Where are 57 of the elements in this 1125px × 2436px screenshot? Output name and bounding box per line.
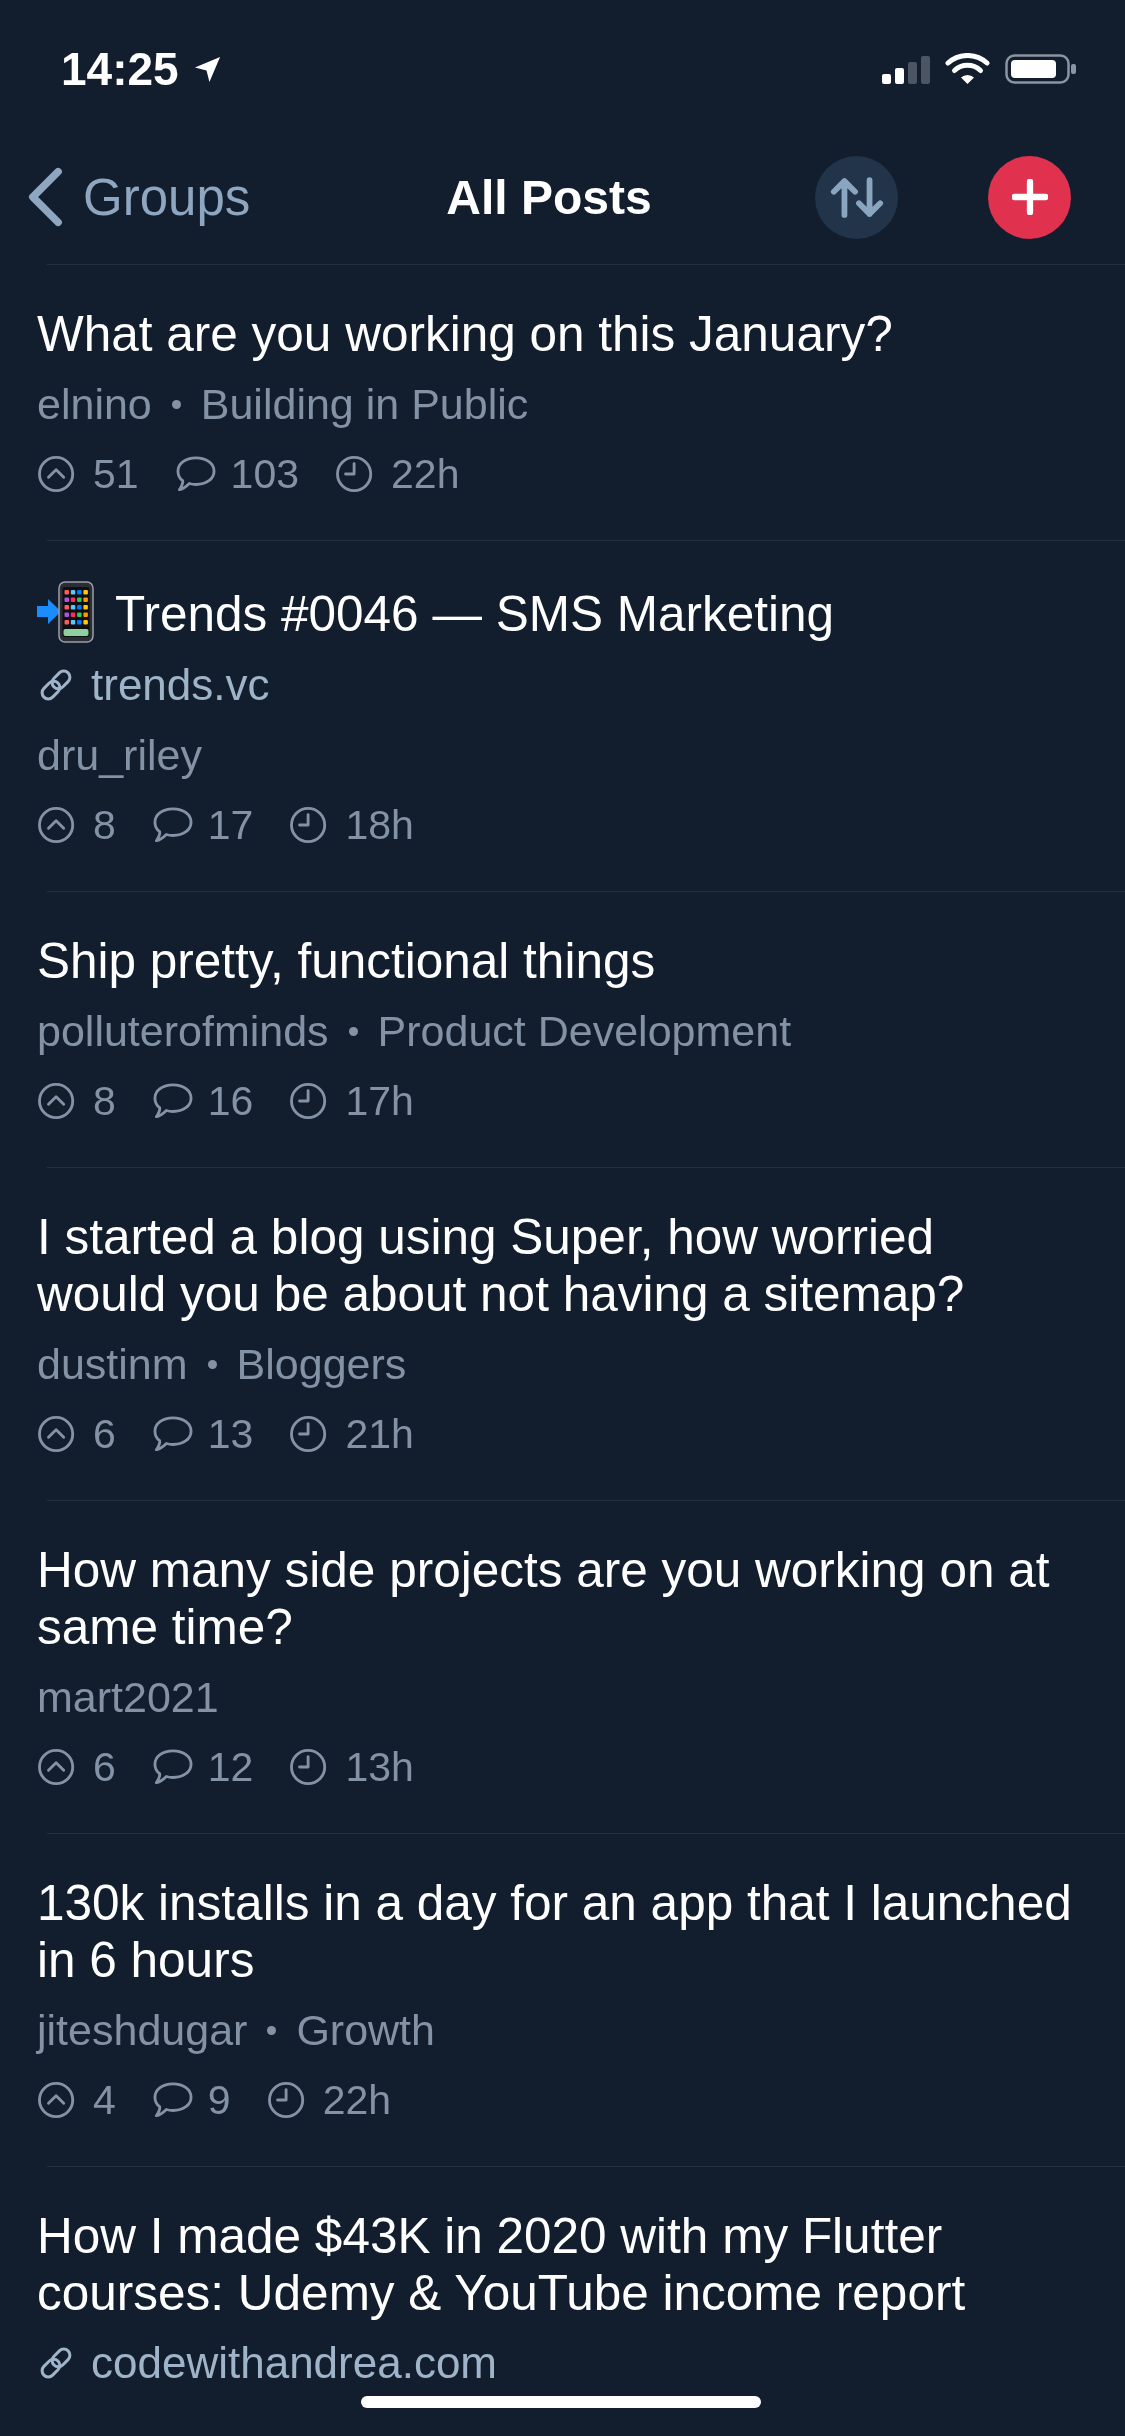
post-age: 22h [322, 2076, 392, 2124]
status-time: 14:25 [61, 42, 179, 96]
post-title[interactable]: Ship pretty, functional things [37, 932, 1074, 989]
bullet-icon [171, 399, 181, 409]
author-name: polluterofminds [37, 1006, 329, 1056]
speech-bubble-icon [151, 806, 194, 844]
upvote-count: 8 [93, 801, 116, 849]
post-link[interactable]: codewithandrea.com [91, 2338, 497, 2388]
post-title[interactable]: 130k installs in a day for an app that I launched in 6 hours [37, 1874, 1074, 1988]
battery-icon [1005, 54, 1077, 84]
comment-count: 16 [207, 1077, 254, 1125]
chevron-left-icon [27, 167, 63, 227]
post-title[interactable]: Trends #0046 — SMS Marketing [115, 586, 834, 641]
back-button[interactable]: Groups [27, 167, 251, 227]
post-title[interactable]: How I made $43K in 2020 with my Flutter courses: Udemy & YouTube income report [37, 2207, 1074, 2321]
plus-icon [1011, 179, 1048, 215]
screen-title: All Posts [446, 169, 652, 225]
speech-bubble-icon [151, 1415, 194, 1453]
bullet-icon [348, 1026, 358, 1036]
comment-count: 17 [207, 801, 254, 849]
post-age: 13h [345, 1743, 414, 1791]
wifi-icon [945, 53, 990, 85]
bullet-icon [207, 1359, 217, 1369]
speech-bubble-icon [151, 2081, 194, 2119]
comment-count: 12 [207, 1743, 254, 1791]
post-title[interactable]: What are you working on this January? [37, 305, 1074, 362]
bullet-icon [267, 2025, 277, 2035]
upvote-count: 51 [93, 450, 139, 498]
comment-count: 9 [207, 2076, 231, 2124]
sort-icon [828, 176, 885, 218]
speech-bubble-icon [151, 1082, 194, 1120]
upvote-count: 4 [93, 2076, 116, 2124]
author-name: mart2021 [37, 1672, 219, 1722]
author-name: dru_riley [37, 730, 202, 780]
speech-bubble-icon [151, 1748, 194, 1786]
post-age: 18h [345, 801, 414, 849]
group-name: Bloggers [236, 1339, 407, 1389]
upvote-count: 6 [93, 1743, 116, 1791]
upvote-count: 8 [93, 1077, 116, 1125]
comment-count: 13 [207, 1410, 254, 1458]
location-arrow-icon [192, 54, 222, 84]
post-age: 22h [391, 450, 460, 498]
upvote-count: 6 [93, 1410, 116, 1458]
signal-icon [882, 54, 930, 84]
group-name: Growth [296, 2005, 435, 2055]
post-age: 21h [345, 1410, 414, 1458]
group-name: Product Development [377, 1006, 792, 1056]
author-name: jiteshdugar [37, 2005, 248, 2055]
post-age: 17h [345, 1077, 414, 1125]
speech-bubble-icon [174, 455, 217, 493]
author-name: elnino [37, 379, 152, 429]
author-name: dustinm [37, 1339, 188, 1389]
post-title[interactable]: How many side projects are you working on at same time? [37, 1541, 1074, 1655]
group-name: Building in Public [200, 379, 529, 429]
post-title[interactable]: I started a blog using Super, how worried would you be about not having a sitemap? [37, 1208, 1074, 1322]
post-link[interactable]: trends.vc [91, 660, 270, 710]
comment-count: 103 [230, 450, 300, 498]
